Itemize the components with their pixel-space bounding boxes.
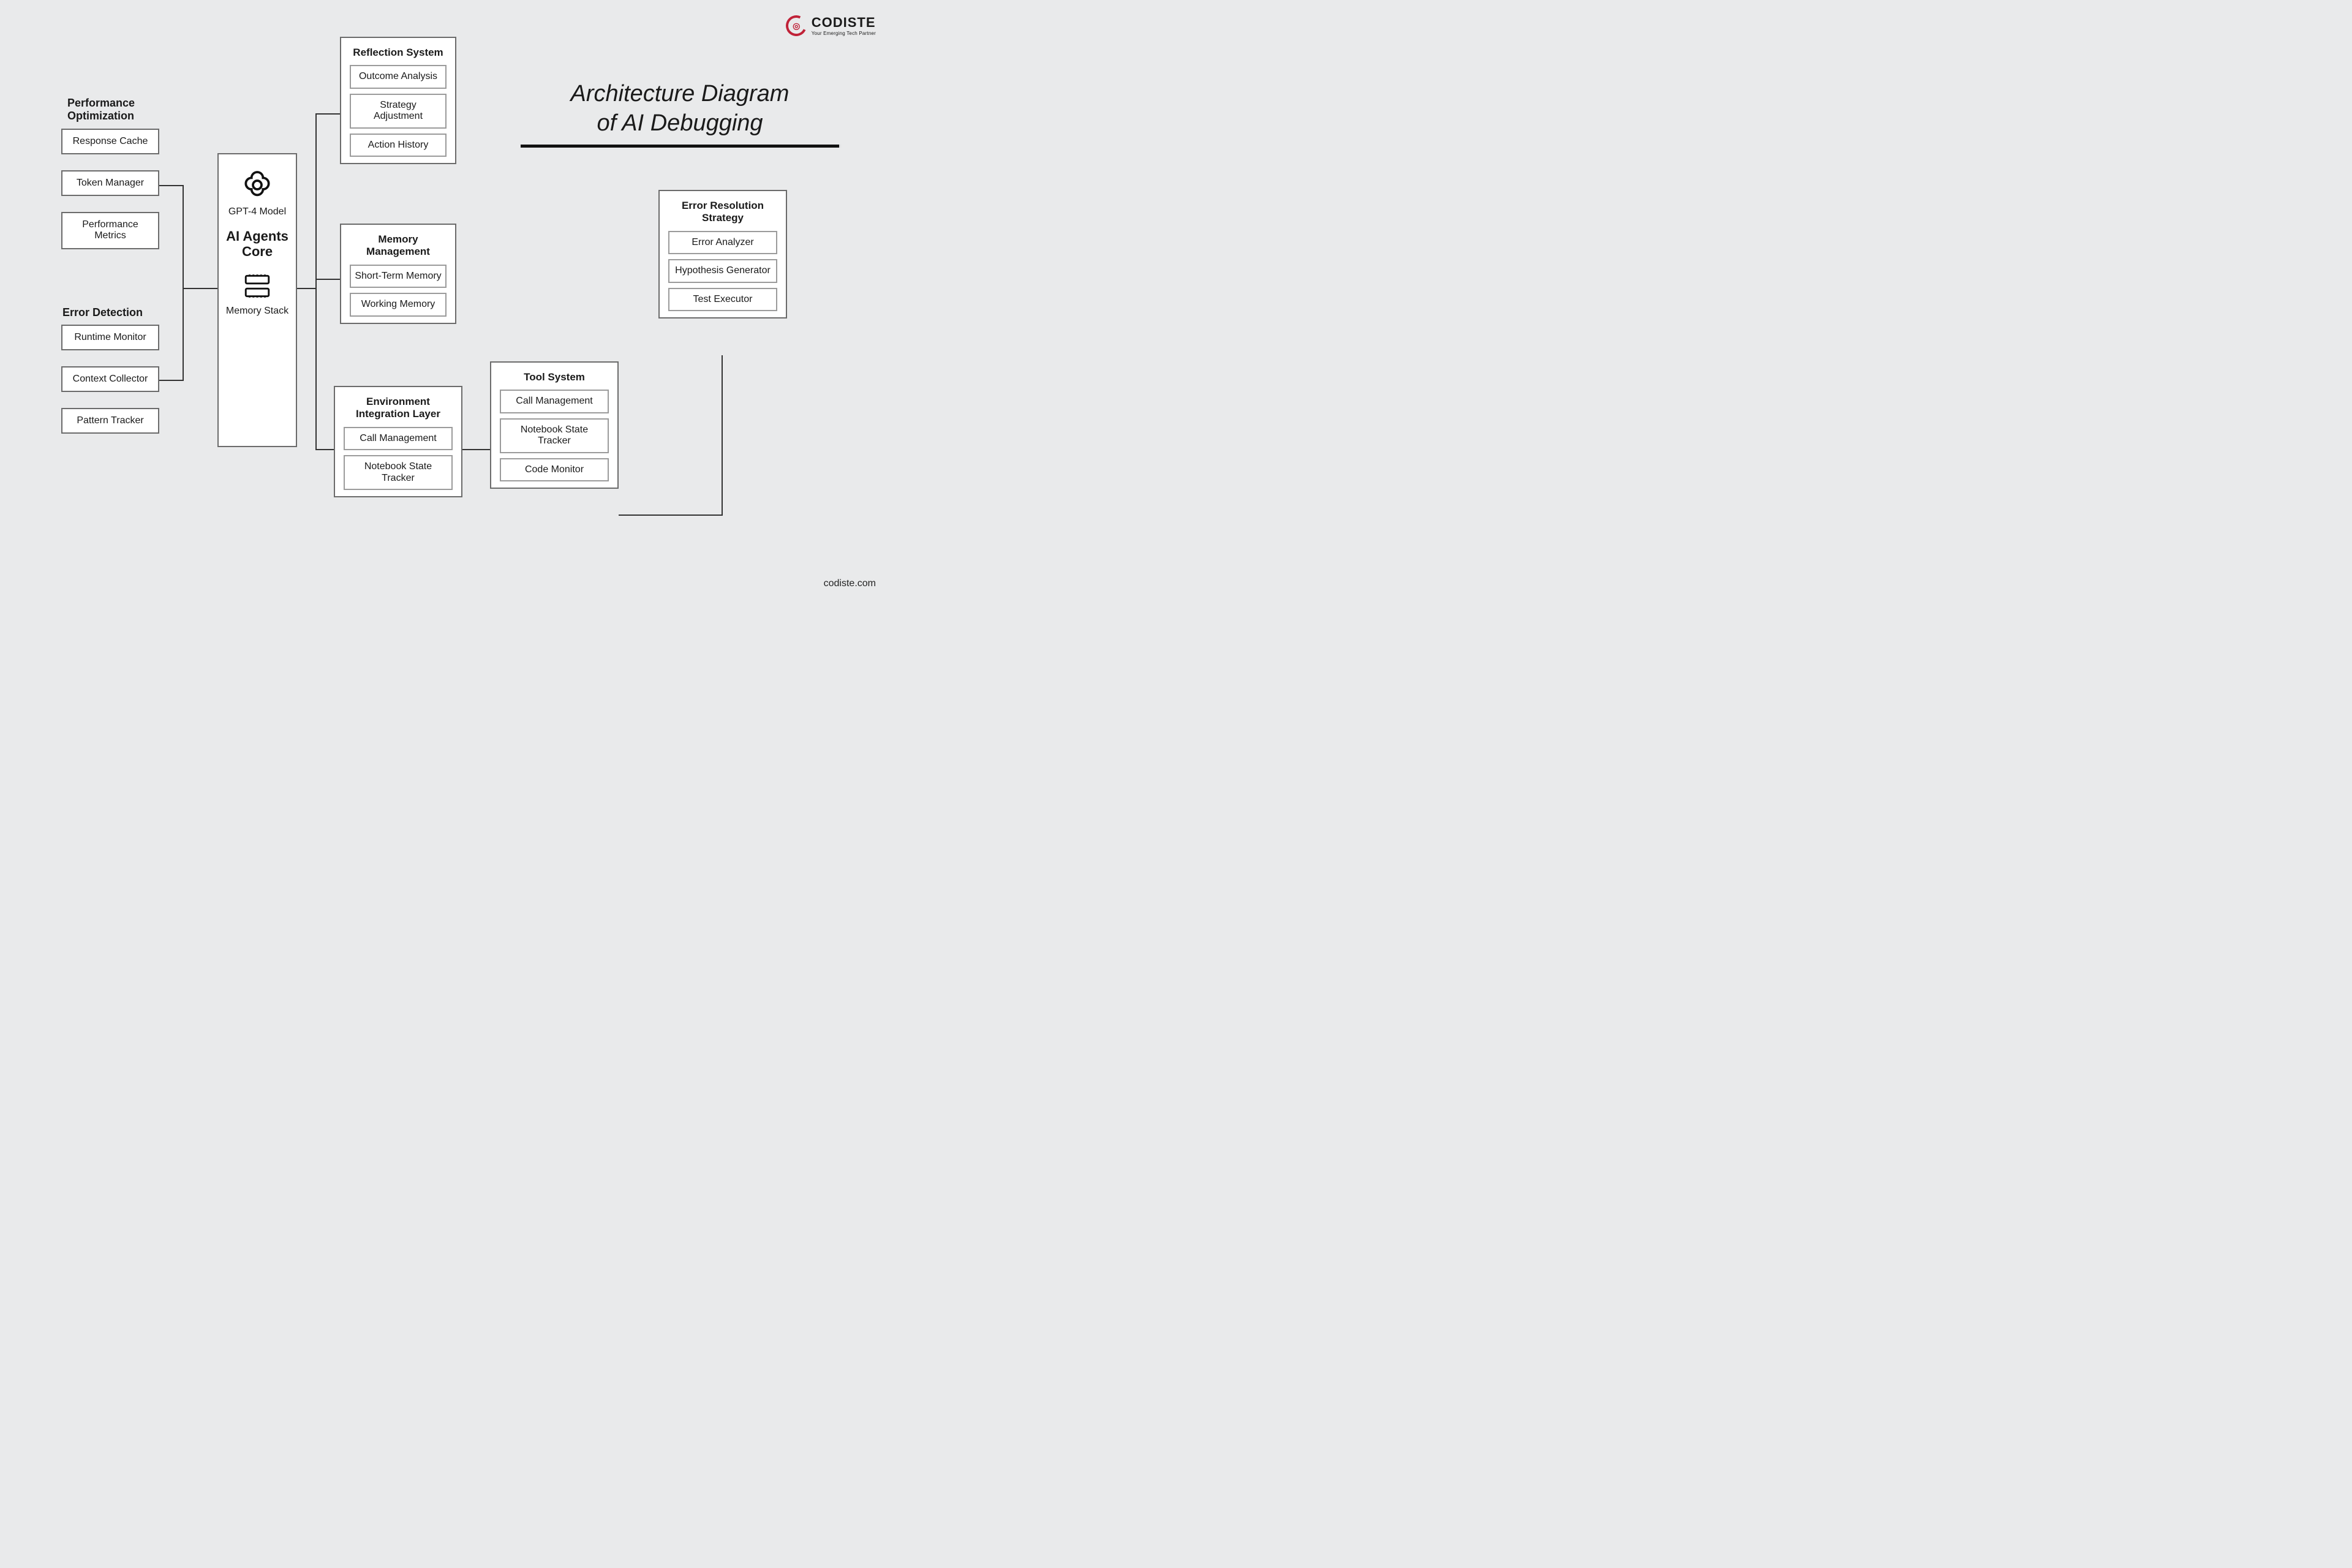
memory-mgmt-item: Short-Term Memory	[350, 265, 447, 288]
perf-item: Performance Metrics	[61, 212, 159, 249]
error-detect-item: Context Collector	[61, 366, 159, 392]
connector	[183, 185, 184, 381]
resolution-heading: Error Resolution Strategy	[668, 200, 777, 225]
reflection-group: Reflection System Outcome Analysis Strat…	[340, 37, 456, 164]
core-model-label: GPT-4 Model	[225, 206, 290, 217]
resolution-item: Hypothesis Generator	[668, 259, 777, 282]
reflection-item: Action History	[350, 134, 447, 157]
connector	[462, 449, 490, 450]
error-detect-item: Runtime Monitor	[61, 325, 159, 350]
connector	[183, 288, 217, 289]
memory-mgmt-group: Memory Management Short-Term Memory Work…	[340, 224, 456, 324]
perf-item: Response Cache	[61, 129, 159, 154]
openai-icon	[240, 168, 274, 202]
brand-logo: ◎ CODISTE Your Emerging Tech Partner	[786, 15, 876, 36]
error-detect-item: Pattern Tracker	[61, 408, 159, 434]
tool-heading: Tool System	[500, 371, 609, 383]
connector	[315, 113, 340, 115]
connector	[297, 288, 315, 289]
memory-mgmt-item: Working Memory	[350, 293, 447, 316]
diagram-title: Architecture Diagram of AI Debugging	[521, 80, 839, 138]
perf-heading: Performance Optimization	[67, 97, 165, 122]
logo-icon: ◎	[783, 12, 810, 39]
connector	[315, 449, 334, 450]
env-heading: Environment Integration Layer	[344, 396, 453, 421]
reflection-heading: Reflection System	[350, 47, 447, 59]
resolution-item: Test Executor	[668, 288, 777, 311]
connector	[722, 355, 723, 516]
connector	[619, 514, 723, 516]
tool-item: Code Monitor	[500, 458, 609, 481]
reflection-item: Outcome Analysis	[350, 65, 447, 88]
connector	[315, 279, 340, 280]
perf-item: Token Manager	[61, 170, 159, 196]
env-item: Notebook State Tracker	[344, 455, 453, 490]
memory-mgmt-heading: Memory Management	[350, 233, 447, 258]
connector	[159, 380, 184, 381]
connector	[315, 113, 317, 450]
connector	[159, 185, 184, 186]
tool-item: Call Management	[500, 390, 609, 413]
tool-item: Notebook State Tracker	[500, 418, 609, 453]
core-memory-label: Memory Stack	[225, 305, 290, 317]
reflection-item: Strategy Adjustment	[350, 94, 447, 129]
brand-tagline: Your Emerging Tech Partner	[812, 31, 876, 36]
env-group: Environment Integration Layer Call Manag…	[334, 386, 462, 497]
title-underline	[521, 145, 839, 148]
resolution-group: Error Resolution Strategy Error Analyzer…	[658, 190, 787, 318]
core-box: GPT-4 Model AI Agents Core Memory Stack	[217, 153, 297, 447]
env-item: Call Management	[344, 427, 453, 450]
error-detect-heading: Error Detection	[62, 306, 143, 319]
core-center-label: AI Agents Core	[225, 228, 290, 260]
memory-icon	[242, 271, 273, 301]
tool-group: Tool System Call Management Notebook Sta…	[490, 361, 619, 489]
resolution-item: Error Analyzer	[668, 231, 777, 254]
brand-name: CODISTE	[812, 15, 876, 31]
footer-site: codiste.com	[824, 578, 876, 589]
